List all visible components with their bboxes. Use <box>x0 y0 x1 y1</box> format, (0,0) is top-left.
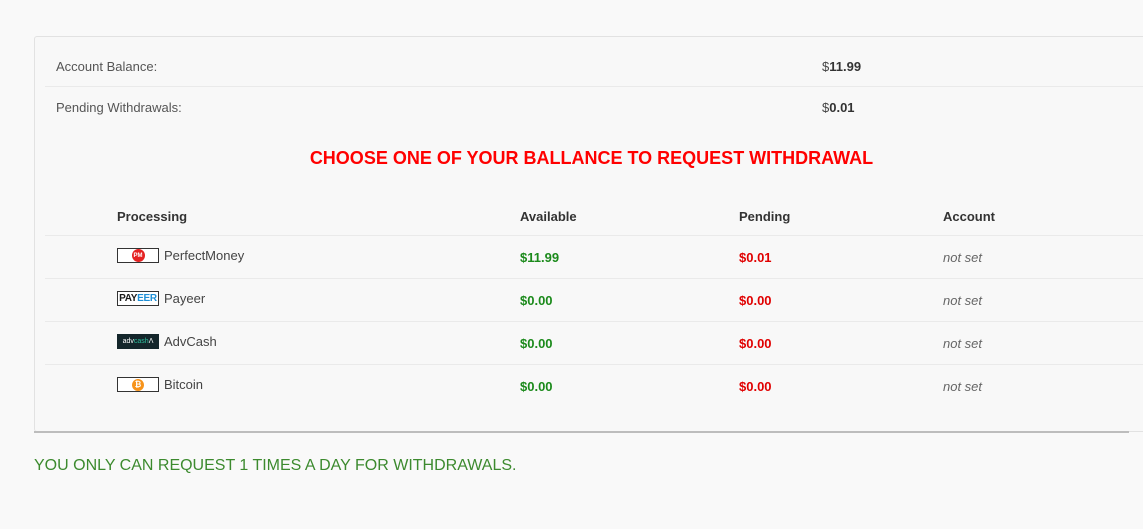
withdrawal-headline: CHOOSE ONE OF YOUR BALLANCE TO REQUEST W… <box>309 148 874 168</box>
table-row-perfectmoney[interactable]: PM PerfectMoney $11.99 $0.01 not set <box>45 235 1143 278</box>
panel-divider <box>34 431 1129 433</box>
processor-name[interactable]: Bitcoin <box>164 377 203 392</box>
col-header-pending: Pending <box>739 209 791 224</box>
payeer-mark-a: PAY <box>119 293 138 304</box>
account-status: not set <box>943 336 983 351</box>
btc-mark: ₿ <box>132 378 144 391</box>
pending-amount: 0.01 <box>829 100 855 115</box>
account-status: not set <box>943 250 983 265</box>
pending-amount: $0.00 <box>739 336 772 351</box>
balance-amount: 11.99 <box>829 59 862 74</box>
pm-mark: PM <box>131 249 145 262</box>
pending-amount: $0.01 <box>739 250 772 265</box>
account-balance-label: Account Balance: <box>56 59 158 74</box>
adv-mark-c: Λ <box>148 338 154 345</box>
processor-name[interactable]: PerfectMoney <box>164 248 244 263</box>
table-row-advcash[interactable]: adv cash Λ AdvCash $0.00 $0.00 not set <box>45 321 1143 364</box>
payeer-mark-b: EER <box>137 293 157 304</box>
col-header-account: Account <box>943 209 995 224</box>
col-header-processing: Processing <box>117 209 188 224</box>
account-balance-value: $11.99 <box>822 59 861 74</box>
adv-mark-a: adv <box>122 338 134 345</box>
pending-amount: $0.00 <box>739 293 772 308</box>
advcash-logo-icon[interactable]: adv cash Λ <box>117 334 159 349</box>
processing-cell[interactable]: PM PerfectMoney <box>117 248 244 263</box>
adv-mark-b: cash <box>133 338 149 345</box>
account-status: not set <box>943 293 983 308</box>
bitcoin-logo-icon[interactable]: ₿ <box>117 377 159 392</box>
col-header-available: Available <box>520 209 577 224</box>
available-amount: $0.00 <box>520 293 553 308</box>
account-balance-row: Account Balance: $11.99 <box>45 47 1143 87</box>
processing-cell[interactable]: ₿ Bitcoin <box>117 377 203 392</box>
available-amount: $0.00 <box>520 379 553 394</box>
pending-amount: $0.00 <box>739 379 772 394</box>
processing-cell[interactable]: adv cash Λ AdvCash <box>117 334 217 349</box>
processing-cell[interactable]: PAY EER Payeer <box>117 291 205 306</box>
table-row-payeer[interactable]: PAY EER Payeer $0.00 $0.00 not set <box>45 278 1143 321</box>
processor-name[interactable]: AdvCash <box>164 334 217 349</box>
withdrawal-limit-note: YOU ONLY CAN REQUEST 1 TIMES A DAY FOR W… <box>34 457 517 474</box>
available-amount: $11.99 <box>520 250 560 265</box>
pending-withdrawals-label: Pending Withdrawals: <box>56 100 182 115</box>
payeer-logo-icon[interactable]: PAY EER <box>117 291 159 306</box>
table-row-bitcoin[interactable]: ₿ Bitcoin $0.00 $0.00 not set <box>45 364 1143 407</box>
available-amount: $0.00 <box>520 336 553 351</box>
processor-name[interactable]: Payeer <box>164 291 205 306</box>
account-status: not set <box>943 379 983 394</box>
perfectmoney-logo-icon[interactable]: PM <box>117 248 159 263</box>
pending-withdrawals-value: $0.01 <box>822 100 855 115</box>
withdrawal-panel: Account Balance: $11.99 Pending Withdraw… <box>34 36 1143 432</box>
pending-withdrawals-row: Pending Withdrawals: $0.01 <box>45 88 1143 128</box>
